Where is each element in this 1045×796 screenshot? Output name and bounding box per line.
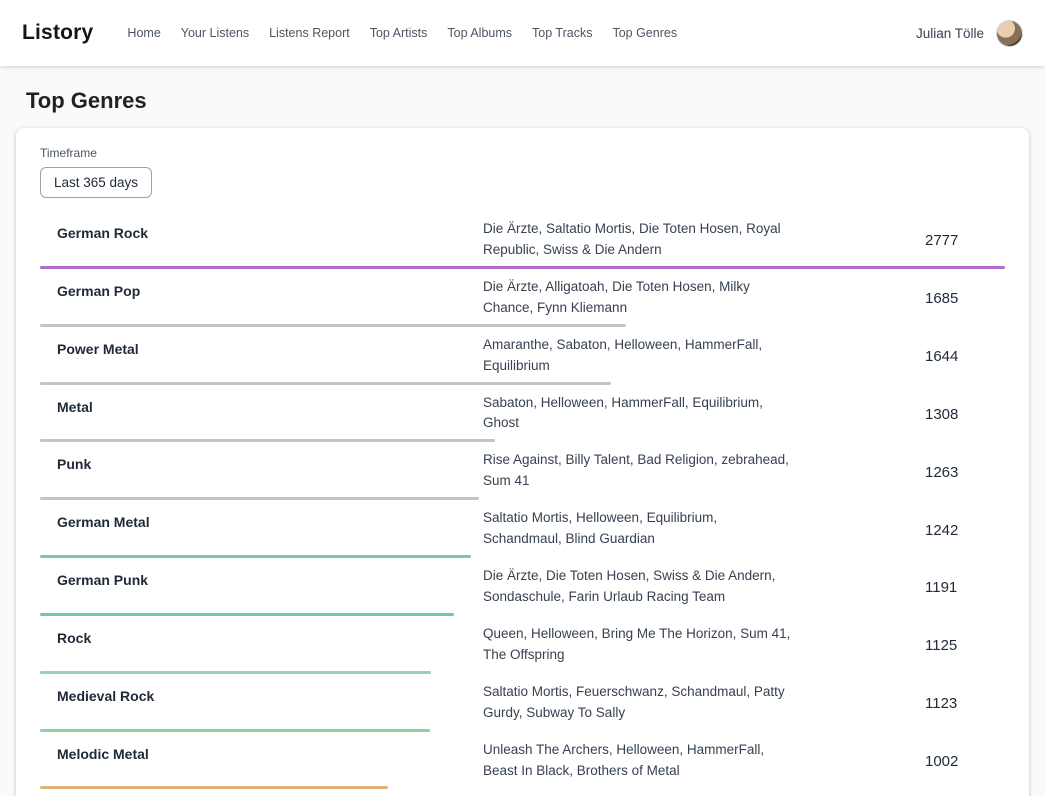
genre-row[interactable]: Power Metal Amaranthe, Sabaton, Hellowee… bbox=[40, 328, 1005, 386]
genre-progress-bar bbox=[40, 382, 611, 385]
user-name[interactable]: Julian Tölle bbox=[916, 26, 984, 41]
genre-artists: Amaranthe, Sabaton, Helloween, HammerFal… bbox=[483, 328, 793, 386]
nav-links: Home Your Listens Listens Report Top Art… bbox=[117, 18, 687, 48]
genre-progress-bar bbox=[40, 555, 471, 558]
timeframe-label: Timeframe bbox=[40, 146, 1005, 160]
genre-list: German Rock Die Ärzte, Saltatio Mortis, … bbox=[40, 212, 1005, 796]
genre-progress-bar bbox=[40, 439, 495, 442]
genre-artists: Die Ärzte, Alligatoah, Die Toten Hosen, … bbox=[483, 270, 793, 328]
genre-count: 1125 bbox=[925, 637, 1005, 654]
genre-artists: Unleash The Archers, Helloween, HammerFa… bbox=[483, 733, 793, 791]
nav-link[interactable]: Top Artists bbox=[360, 18, 438, 48]
genre-name: Punk bbox=[40, 443, 483, 472]
genre-row[interactable]: Medieval Rock Saltatio Mortis, Feuerschw… bbox=[40, 675, 1005, 733]
genre-row[interactable]: German Rock Die Ärzte, Saltatio Mortis, … bbox=[40, 212, 1005, 270]
genre-count: 2777 bbox=[925, 232, 1005, 249]
page-title: Top Genres bbox=[26, 88, 1045, 114]
genre-row[interactable]: German Pop Die Ärzte, Alligatoah, Die To… bbox=[40, 270, 1005, 328]
genre-name: Melodic Metal bbox=[40, 733, 483, 762]
top-navbar: Listory Home Your Listens Listens Report… bbox=[0, 0, 1045, 66]
genre-count: 1191 bbox=[925, 579, 1005, 596]
genre-name: German Pop bbox=[40, 270, 483, 299]
genre-progress-bar bbox=[40, 729, 430, 732]
user-avatar[interactable] bbox=[996, 20, 1023, 47]
genre-artists: Bukahara, Käptn Peng, KYTES, Von Wegen L… bbox=[483, 790, 793, 796]
nav-link[interactable]: Home bbox=[117, 18, 170, 48]
user-area: Julian Tölle bbox=[916, 20, 1023, 47]
genre-name: Power Metal bbox=[40, 328, 483, 357]
genre-artists: Queen, Helloween, Bring Me The Horizon, … bbox=[483, 617, 793, 675]
genre-artists: Sabaton, Helloween, HammerFall, Equilibr… bbox=[483, 386, 793, 444]
genre-name: German Rock bbox=[40, 212, 483, 241]
main-content: Top Genres Timeframe Last 365 days Germa… bbox=[0, 88, 1045, 796]
genre-count: 1242 bbox=[925, 522, 1005, 539]
genre-row[interactable]: Metal Sabaton, Helloween, HammerFall, Eq… bbox=[40, 386, 1005, 444]
genre-progress-bar bbox=[40, 786, 388, 789]
genre-progress-bar bbox=[40, 497, 479, 500]
genre-artists: Rise Against, Billy Talent, Bad Religion… bbox=[483, 443, 793, 501]
genre-name: Medieval Rock bbox=[40, 675, 483, 704]
top-genres-card: Timeframe Last 365 days German Rock Die … bbox=[16, 128, 1029, 796]
genre-progress-bar bbox=[40, 324, 626, 327]
timeframe-select-button[interactable]: Last 365 days bbox=[40, 167, 152, 198]
genre-name: German Metal bbox=[40, 501, 483, 530]
genre-count: 1263 bbox=[925, 464, 1005, 481]
genre-name: German Punk bbox=[40, 559, 483, 588]
genre-name: German Indie bbox=[40, 790, 483, 796]
genre-row[interactable]: German Metal Saltatio Mortis, Helloween,… bbox=[40, 501, 1005, 559]
nav-link[interactable]: Top Albums bbox=[437, 18, 522, 48]
genre-artists: Die Ärzte, Die Toten Hosen, Swiss & Die … bbox=[483, 559, 793, 617]
nav-link[interactable]: Top Tracks bbox=[522, 18, 602, 48]
genre-row[interactable]: Rock Queen, Helloween, Bring Me The Hori… bbox=[40, 617, 1005, 675]
genre-progress-bar bbox=[40, 266, 1005, 269]
genre-row[interactable]: Melodic Metal Unleash The Archers, Hello… bbox=[40, 733, 1005, 791]
genre-artists: Saltatio Mortis, Feuerschwanz, Schandmau… bbox=[483, 675, 793, 733]
genre-row[interactable]: Punk Rise Against, Billy Talent, Bad Rel… bbox=[40, 443, 1005, 501]
brand-logo[interactable]: Listory bbox=[22, 21, 93, 45]
genre-count: 1002 bbox=[925, 753, 1005, 770]
genre-artists: Die Ärzte, Saltatio Mortis, Die Toten Ho… bbox=[483, 212, 793, 270]
genre-row[interactable]: German Punk Die Ärzte, Die Toten Hosen, … bbox=[40, 559, 1005, 617]
genre-progress-bar bbox=[40, 671, 431, 674]
genre-progress-bar bbox=[40, 613, 454, 616]
genre-name: Metal bbox=[40, 386, 483, 415]
nav-link[interactable]: Top Genres bbox=[602, 18, 687, 48]
nav-link[interactable]: Your Listens bbox=[171, 18, 259, 48]
genre-artists: Saltatio Mortis, Helloween, Equilibrium,… bbox=[483, 501, 793, 559]
genre-count: 1685 bbox=[925, 290, 1005, 307]
genre-name: Rock bbox=[40, 617, 483, 646]
genre-count: 1308 bbox=[925, 406, 1005, 423]
genre-row[interactable]: German Indie Bukahara, Käptn Peng, KYTES… bbox=[40, 790, 1005, 796]
genre-count: 1644 bbox=[925, 348, 1005, 365]
nav-link[interactable]: Listens Report bbox=[259, 18, 360, 48]
genre-count: 1123 bbox=[925, 695, 1005, 712]
